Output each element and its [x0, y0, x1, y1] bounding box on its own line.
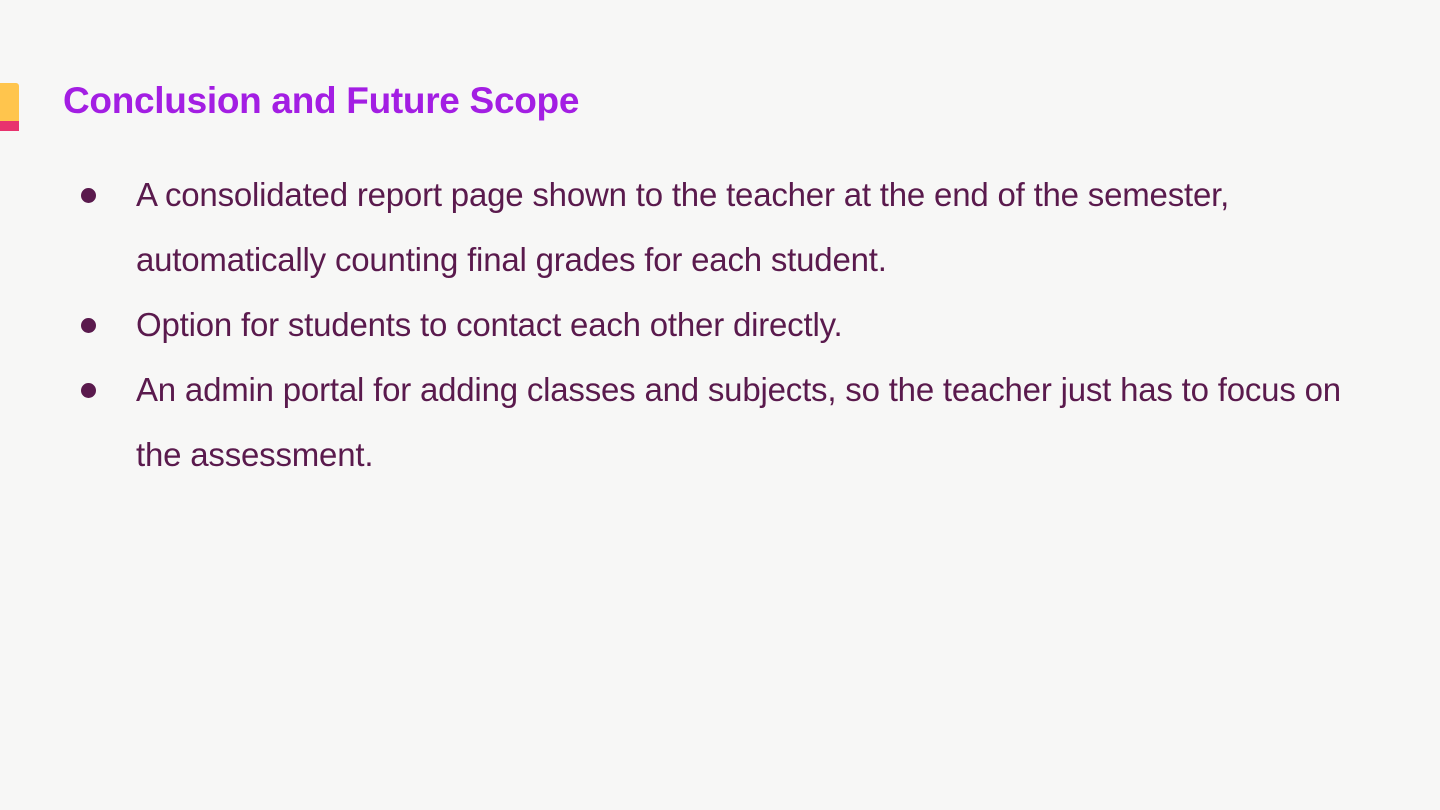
bullet-dot-icon: [81, 318, 96, 333]
bullet-item: A consolidated report page shown to the …: [78, 162, 1378, 292]
accent-pink-block: [0, 121, 19, 131]
bullet-text: A consolidated report page shown to the …: [136, 176, 1239, 278]
bullet-text: Option for students to contact each othe…: [136, 306, 843, 343]
bullet-item: Option for students to contact each othe…: [78, 292, 1378, 357]
slide: Conclusion and Future Scope A consolidat…: [0, 0, 1440, 810]
bullet-list: A consolidated report page shown to the …: [78, 162, 1378, 487]
bullet-dot-icon: [81, 188, 96, 203]
title-accent-bar: [0, 83, 19, 131]
bullet-item: An admin portal for adding classes and s…: [78, 357, 1378, 487]
bullet-text: An admin portal for adding classes and s…: [136, 371, 1359, 473]
slide-title: Conclusion and Future Scope: [63, 80, 580, 121]
bullet-dot-icon: [81, 383, 96, 398]
accent-yellow-block: [0, 83, 19, 121]
